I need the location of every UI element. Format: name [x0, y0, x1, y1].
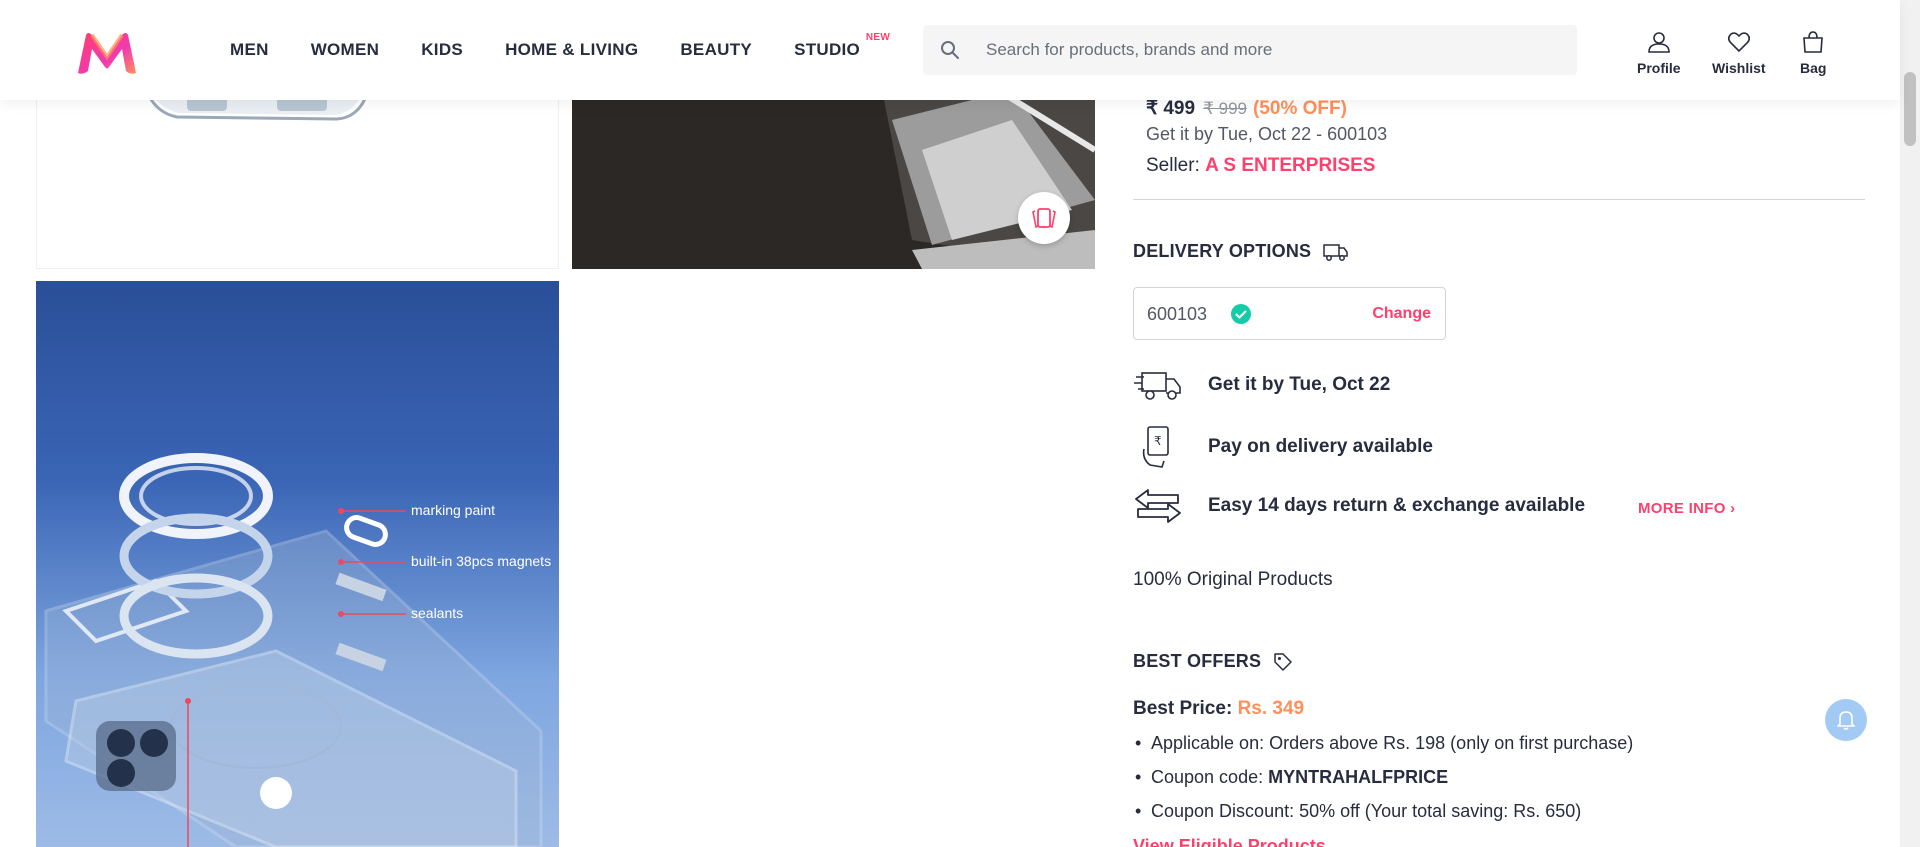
- new-badge: NEW: [865, 32, 891, 43]
- nav-women[interactable]: WOMEN: [311, 40, 380, 60]
- nav-studio-label: STUDIO: [794, 40, 861, 59]
- delivery-option-eta: Get it by Tue, Oct 22: [1133, 365, 1390, 405]
- nav-beauty[interactable]: BEAUTY: [680, 40, 752, 60]
- offer-value: Orders above Rs. 198 (only on first purc…: [1269, 733, 1634, 753]
- cod-text: Pay on delivery available: [1208, 436, 1433, 457]
- nav-home-living[interactable]: HOME & LIVING: [505, 40, 638, 60]
- divider: [1133, 199, 1865, 200]
- delivery-eta-text: Get it by Tue, Oct 22: [1208, 374, 1391, 395]
- pincode-box: 600103 Change: [1133, 287, 1446, 340]
- delivery-option-cod: ₹ Pay on delivery available: [1133, 426, 1433, 468]
- mrp-price: ₹ 999: [1203, 99, 1247, 118]
- delivery-truck-icon: [1323, 243, 1348, 261]
- annotation-magnets: built-in 38pcs magnets: [411, 553, 552, 569]
- coupon-code: MYNTRAHALFPRICE: [1268, 767, 1449, 787]
- exchange-arrows-icon: [1135, 489, 1181, 523]
- delivery-options-label: DELIVERY OPTIONS: [1133, 241, 1312, 261]
- price-line: ₹ 499 ₹ 999 (50% OFF): [1146, 97, 1347, 120]
- wishlist-button[interactable]: Wishlist: [1712, 30, 1766, 76]
- best-offers-label: BEST OFFERS: [1133, 651, 1262, 671]
- check-circle-icon: [1231, 304, 1251, 324]
- nav-kids[interactable]: KIDS: [421, 40, 463, 60]
- bell-icon: [1837, 711, 1855, 730]
- offer-item: Coupon code: MYNTRAHALFPRICE: [1133, 767, 1633, 801]
- page-scrollbar[interactable]: [1900, 0, 1920, 847]
- cash-hand-icon: ₹: [1142, 426, 1169, 468]
- discount-percent: (50% OFF): [1252, 98, 1347, 119]
- search-icon[interactable]: [940, 40, 960, 60]
- tag-icon: [1274, 652, 1292, 671]
- view-similar-button[interactable]: [1018, 192, 1070, 244]
- bag-label: Bag: [1800, 60, 1827, 76]
- nav-men[interactable]: MEN: [230, 40, 269, 60]
- best-offers-title: BEST OFFERS: [1133, 651, 1293, 672]
- notification-bell-button[interactable]: [1825, 699, 1867, 741]
- scrollbar-thumb[interactable]: [1904, 72, 1916, 146]
- offer-item: Coupon Discount: 50% off (Your total sav…: [1133, 801, 1633, 835]
- profile-button[interactable]: Profile: [1637, 30, 1681, 76]
- best-price: Best Price: Rs. 349: [1133, 698, 1304, 720]
- offer-prefix: Applicable on:: [1151, 733, 1270, 753]
- delivery-options-title: DELIVERY OPTIONS: [1133, 241, 1349, 262]
- original-products-text: 100% Original Products: [1133, 569, 1333, 590]
- delivery-option-return: Easy 14 days return & exchange available: [1133, 486, 1585, 526]
- annotation-marking-paint: marking paint: [411, 502, 496, 518]
- search-input[interactable]: [986, 26, 1566, 74]
- more-info-link[interactable]: MORE INFO ›: [1638, 500, 1735, 517]
- nav-studio[interactable]: STUDIO NEW: [794, 32, 890, 60]
- change-pincode-button[interactable]: Change: [1372, 305, 1431, 323]
- myntra-logo[interactable]: [76, 31, 138, 75]
- best-price-label: Best Price:: [1133, 698, 1233, 719]
- seller-name-link[interactable]: A S ENTERPRISES: [1205, 155, 1375, 176]
- best-price-value: Rs. 349: [1237, 698, 1305, 719]
- bag-icon: [1803, 31, 1824, 53]
- offer-prefix: Coupon code:: [1151, 767, 1269, 787]
- return-exchange-text: Easy 14 days return & exchange available: [1208, 495, 1586, 516]
- truck-icon: [1134, 372, 1181, 400]
- svg-text:₹: ₹: [1154, 434, 1162, 448]
- user-icon: [1647, 32, 1670, 53]
- eta-text: Get it by Tue, Oct 22 - 600103: [1146, 124, 1388, 144]
- seller-label: Seller:: [1146, 155, 1200, 176]
- selling-price: ₹ 499: [1146, 98, 1196, 119]
- search-bar: [923, 25, 1577, 75]
- wishlist-label: Wishlist: [1712, 60, 1766, 76]
- main-nav: MEN WOMEN KIDS HOME & LIVING BEAUTY STUD…: [230, 0, 902, 100]
- view-eligible-products-link[interactable]: View Eligible Products: [1133, 836, 1326, 847]
- chevron-right-icon: ›: [1730, 500, 1736, 517]
- top-header: MEN WOMEN KIDS HOME & LIVING BEAUTY STUD…: [0, 0, 1900, 100]
- bag-button[interactable]: Bag: [1800, 30, 1826, 76]
- pincode-value: 600103: [1147, 304, 1208, 324]
- more-info-label: MORE INFO: [1638, 500, 1726, 517]
- similar-icon: [1032, 208, 1056, 229]
- offer-item: Applicable on: Orders above Rs. 198 (onl…: [1133, 733, 1633, 767]
- profile-label: Profile: [1637, 60, 1681, 76]
- offer-prefix: Coupon Discount:: [1151, 801, 1300, 821]
- offer-list: Applicable on: Orders above Rs. 198 (onl…: [1133, 733, 1633, 835]
- offer-value: 50% off (Your total saving: Rs. 650): [1299, 801, 1582, 821]
- heart-icon: [1727, 32, 1750, 53]
- seller-info: Seller: A S ENTERPRISES: [1146, 155, 1375, 177]
- annotation-sealants: sealants: [411, 605, 464, 621]
- product-image-3[interactable]: marking paint built-in 38pcs magnets sea…: [36, 281, 559, 847]
